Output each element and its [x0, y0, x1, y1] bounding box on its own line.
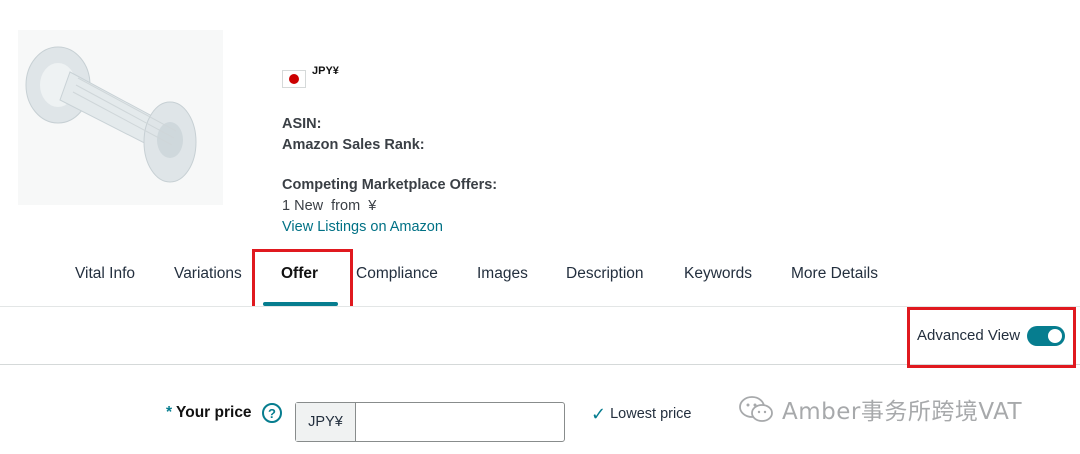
tab-bar: Vital Info Variations Offer Compliance I… [0, 262, 1080, 307]
tab-description[interactable]: Description [566, 265, 644, 283]
wechat-icon [739, 396, 773, 422]
your-price-text: Your price [176, 404, 252, 421]
tab-more-details[interactable]: More Details [791, 265, 878, 283]
check-icon: ✓ [591, 404, 607, 424]
sales-rank-label: Amazon Sales Rank: [282, 137, 425, 153]
asin-label: ASIN: [282, 116, 322, 132]
your-price-label: * Your price [166, 404, 252, 422]
lowest-price-label: Lowest price [610, 406, 692, 422]
japan-flag-icon [282, 70, 306, 88]
tab-compliance[interactable]: Compliance [356, 265, 438, 283]
tab-vital-info[interactable]: Vital Info [75, 265, 135, 283]
competing-offers-label: Competing Marketplace Offers: [282, 177, 498, 193]
price-input-group: JPY¥ [295, 402, 565, 442]
required-marker: * [166, 404, 173, 421]
advanced-view-highlight-box [907, 307, 1076, 368]
watermark-text: Amber事务所跨境VAT [782, 399, 1023, 425]
bolt-product-image [25, 46, 197, 183]
help-icon[interactable]: ? [262, 403, 282, 423]
product-image [18, 30, 223, 205]
lowest-price-indicator: ✓ Lowest price [591, 404, 692, 424]
tab-variations[interactable]: Variations [174, 265, 242, 283]
currency-prefix: JPY¥ [296, 403, 356, 441]
price-input[interactable] [356, 403, 564, 441]
watermark: Amber事务所跨境VAT [738, 392, 1022, 426]
tab-keywords[interactable]: Keywords [684, 265, 752, 283]
marketplace-currency: JPY¥ [312, 65, 339, 77]
tab-images[interactable]: Images [477, 265, 528, 283]
offers-summary: 1 New from ¥ [282, 198, 377, 214]
view-listings-link[interactable]: View Listings on Amazon [282, 219, 443, 235]
marketplace-info: JPY¥ [282, 62, 339, 88]
